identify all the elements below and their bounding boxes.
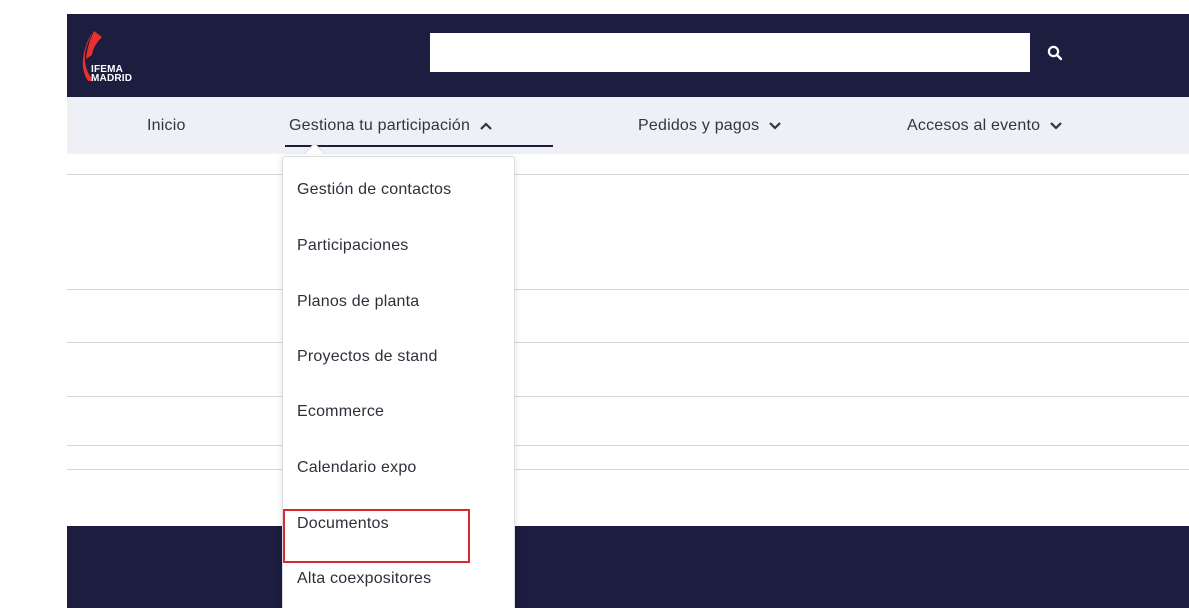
search-button[interactable] [1037,35,1073,71]
divider [67,469,1189,470]
header: IFEMA MADRID [67,14,1189,97]
menu-item-calendario-expo[interactable]: Calendario expo [297,459,417,477]
nav-item-label: Accesos al evento [907,116,1041,134]
logo-text: IFEMA MADRID [91,65,133,84]
main-nav: Inicio Gestiona tu participación Pedidos… [67,97,1189,154]
highlight-box [283,509,470,563]
menu-item-ecommerce[interactable]: Ecommerce [297,403,384,421]
menu-item-proyectos-stand[interactable]: Proyectos de stand [297,348,438,366]
footer-band [67,526,1189,608]
nav-item-label: Inicio [147,116,186,134]
chevron-up-icon [479,121,493,131]
active-nav-underline [285,145,553,147]
search-input[interactable] [430,33,1030,72]
divider [67,289,1189,290]
nav-item-inicio[interactable]: Inicio [147,97,186,154]
nav-item-pedidos[interactable]: Pedidos y pagos [638,97,782,154]
divider [67,396,1189,397]
logo[interactable]: IFEMA MADRID [80,29,140,85]
menu-item-participaciones[interactable]: Participaciones [297,237,409,255]
menu-item-alta-coexpositores[interactable]: Alta coexpositores [297,570,431,588]
divider [67,342,1189,343]
nav-item-label: Gestiona tu participación [289,116,471,134]
divider [67,445,1189,446]
chevron-down-icon [1049,121,1063,131]
divider [67,174,1189,175]
page-frame: IFEMA MADRID Inicio Gestiona tu particip… [67,14,1189,608]
menu-item-gestion-contactos[interactable]: Gestión de contactos [297,181,451,199]
chevron-down-icon [768,121,782,131]
menu-item-planos-planta[interactable]: Planos de planta [297,293,419,311]
nav-item-label: Pedidos y pagos [638,116,760,134]
logo-line-2: MADRID [91,73,133,84]
search-icon [1047,45,1063,61]
nav-item-accesos[interactable]: Accesos al evento [907,97,1063,154]
